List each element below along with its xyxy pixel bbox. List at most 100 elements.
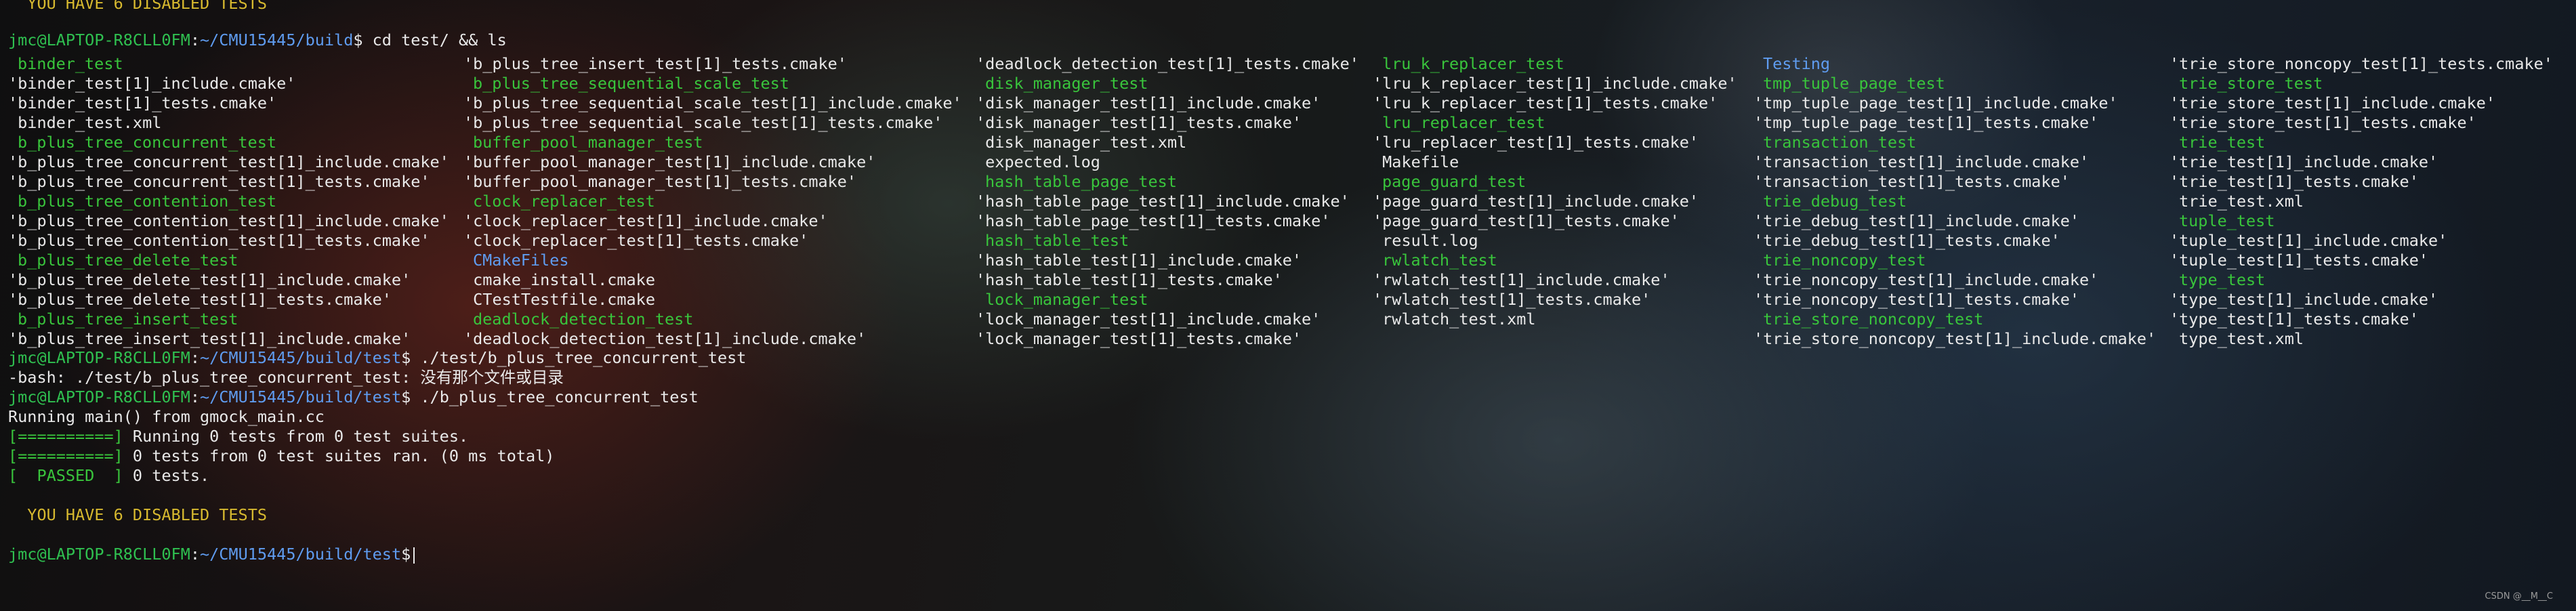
disabled-tests-warning-bottom: YOU HAVE 6 DISABLED TESTS	[8, 505, 268, 524]
ls-file-entry: 'type_test[1]_tests.cmake'	[2169, 310, 2419, 329]
ls-executable-entry: clock_replacer_test	[473, 192, 655, 211]
ls-file-entry: 'b_plus_tree_delete_test[1]_tests.cmake'	[8, 290, 392, 309]
ls-executable-entry: b_plus_tree_concurrent_test	[18, 133, 277, 152]
command-text: ./test/b_plus_tree_concurrent_test	[411, 348, 747, 367]
ls-file-entry: 'tuple_test[1]_tests.cmake'	[2169, 251, 2429, 270]
ls-file-entry: rwlatch_test.xml	[1373, 310, 1536, 329]
ls-file-entry: 'lock_manager_test[1]_include.cmake'	[976, 310, 1321, 329]
ls-executable-entry: b_plus_tree_insert_test	[18, 310, 238, 329]
gmock-main-line: Running main() from gmock_main.cc	[8, 407, 325, 426]
ls-file-entry: 'trie_noncopy_test[1]_tests.cmake'	[1753, 290, 2080, 309]
ls-executable-entry: deadlock_detection_test	[473, 310, 694, 329]
ls-file-entry: 'page_guard_test[1]_include.cmake'	[1373, 192, 1699, 211]
text-cursor[interactable]	[413, 547, 415, 564]
terminal-window[interactable]: YOU HAVE 6 DISABLED TESTS jmc@LAPTOP-R8C…	[0, 0, 2576, 611]
ls-file-entry: 'deadlock_detection_test[1]_tests.cmake'	[976, 54, 1359, 73]
ls-file-entry: 'b_plus_tree_concurrent_test[1]_include.…	[8, 152, 449, 171]
ls-file-entry: CTestTestfile.cmake	[463, 290, 655, 309]
ls-file-entry: 'hash_table_page_test[1]_include.cmake'	[976, 192, 1350, 211]
ls-executable-entry: lock_manager_test	[985, 290, 1148, 309]
ls-file-entry: 'b_plus_tree_delete_test[1]_include.cmak…	[8, 270, 411, 289]
ls-executable-entry: lru_replacer_test	[1382, 113, 1545, 132]
ls-file-entry: 'b_plus_tree_insert_test[1]_tests.cmake'	[463, 54, 847, 73]
ls-file-entry: 'disk_manager_test[1]_tests.cmake'	[976, 113, 1302, 132]
ls-directory-entry: Testing	[1763, 54, 1831, 73]
ls-file-entry: 'binder_test[1]_tests.cmake'	[8, 93, 277, 112]
ls-file-entry: 'deadlock_detection_test[1]_include.cmak…	[463, 329, 867, 348]
ls-file-entry: 'rwlatch_test[1]_tests.cmake'	[1373, 290, 1651, 309]
ls-file-entry: 'hash_table_test[1]_include.cmake'	[976, 251, 1302, 270]
ls-executable-entry: trie_store_noncopy_test	[1763, 310, 1984, 329]
ls-file-entry: 'tuple_test[1]_include.cmake'	[2169, 231, 2448, 250]
ls-directory-entry: CMakeFiles	[473, 251, 569, 270]
command-text: cd test/ && ls	[362, 30, 507, 49]
ls-executable-entry: type_test	[2179, 270, 2266, 289]
ls-file-entry: 'disk_manager_test[1]_include.cmake'	[976, 93, 1321, 112]
ls-file-entry: 'hash_table_test[1]_tests.cmake'	[976, 270, 1283, 289]
ls-executable-entry: lru_k_replacer_test	[1382, 54, 1564, 73]
ls-file-entry: cmake_install.cmake	[463, 270, 655, 289]
ls-file-entry: 'lru_k_replacer_test[1]_tests.cmake'	[1373, 93, 1718, 112]
ls-file-entry: 'clock_replacer_test[1]_include.cmake'	[463, 211, 828, 230]
ls-file-entry: binder_test.xml	[8, 113, 162, 132]
ls-file-entry: 'trie_test[1]_include.cmake'	[2169, 152, 2438, 171]
ls-file-entry: 'clock_replacer_test[1]_tests.cmake'	[463, 231, 809, 250]
ls-executable-entry: hash_table_page_test	[985, 172, 1177, 191]
gtest-running-line: [==========] Running 0 tests from 0 test…	[8, 427, 469, 446]
ls-file-entry: result.log	[1373, 231, 1478, 250]
csdn-watermark: CSDN @__M__C	[2485, 591, 2554, 602]
ls-file-entry: 'b_plus_tree_contention_test[1]_include.…	[8, 211, 449, 230]
ls-file-entry: 'trie_debug_test[1]_tests.cmake'	[1753, 231, 2060, 250]
ls-file-entry: 'trie_noncopy_test[1]_include.cmake'	[1753, 270, 2099, 289]
command-text: ./b_plus_tree_concurrent_test	[411, 387, 699, 406]
ls-file-entry: 'b_plus_tree_contention_test[1]_tests.cm…	[8, 231, 430, 250]
prompt-path: ~/CMU15445/build	[199, 30, 354, 49]
ls-file-entry: Makefile	[1373, 152, 1459, 171]
ls-executable-entry: b_plus_tree_delete_test	[18, 251, 238, 270]
ls-file-entry: 'hash_table_page_test[1]_tests.cmake'	[976, 211, 1331, 230]
ls-file-entry: 'trie_store_test[1]_tests.cmake'	[2169, 113, 2476, 132]
ls-file-entry: 'trie_store_noncopy_test[1]_tests.cmake'	[2169, 54, 2553, 73]
ls-executable-entry: tuple_test	[2179, 211, 2275, 230]
ls-executable-entry: buffer_pool_manager_test	[473, 133, 703, 152]
ls-file-entry: 'transaction_test[1]_tests.cmake'	[1753, 172, 2070, 191]
bash-error-line: -bash: ./test/b_plus_tree_concurrent_tes…	[8, 368, 564, 387]
ls-file-entry: trie_test.xml	[2169, 192, 2304, 211]
ls-executable-entry: tmp_tuple_page_test	[1763, 74, 1945, 93]
ls-file-entry: 'buffer_pool_manager_test[1]_tests.cmake…	[463, 172, 857, 191]
ls-file-entry: 'trie_store_test[1]_include.cmake'	[2169, 93, 2496, 112]
ls-file-entry: 'trie_store_noncopy_test[1]_include.cmak…	[1753, 329, 2157, 348]
prompt-line-2: jmc@LAPTOP-R8CLL0FM:~/CMU15445/build/tes…	[8, 348, 747, 367]
ls-executable-entry: trie_debug_test	[1763, 192, 1907, 211]
ls-file-entry: 'rwlatch_test[1]_include.cmake'	[1373, 270, 1670, 289]
ls-file-entry: 'binder_test[1]_include.cmake'	[8, 74, 296, 93]
prompt-line-3: jmc@LAPTOP-R8CLL0FM:~/CMU15445/build/tes…	[8, 387, 699, 406]
ls-file-entry: expected.log	[976, 152, 1100, 171]
prompt-line-1: jmc@LAPTOP-R8CLL0FM:~/CMU15445/build$ cd…	[8, 30, 507, 49]
ls-executable-entry: trie_noncopy_test	[1763, 251, 1926, 270]
ls-file-entry: 'b_plus_tree_concurrent_test[1]_tests.cm…	[8, 172, 430, 191]
ls-executable-entry: binder_test	[18, 54, 123, 73]
ls-file-entry: type_test.xml	[2169, 329, 2304, 348]
prompt-line-4[interactable]: jmc@LAPTOP-R8CLL0FM:~/CMU15445/build/tes…	[8, 545, 415, 564]
ls-executable-entry: b_plus_tree_contention_test	[18, 192, 277, 211]
ls-file-entry: 'lru_k_replacer_test[1]_include.cmake'	[1373, 74, 1737, 93]
ls-executable-entry: trie_test	[2179, 133, 2266, 152]
ls-file-entry: 'transaction_test[1]_include.cmake'	[1753, 152, 2090, 171]
ls-file-entry: 'buffer_pool_manager_test[1]_include.cma…	[463, 152, 876, 171]
ls-file-entry: 'b_plus_tree_sequential_scale_test[1]_in…	[463, 93, 962, 112]
ls-file-entry: 'tmp_tuple_page_test[1]_tests.cmake'	[1753, 113, 2099, 132]
ls-executable-entry: transaction_test	[1763, 133, 1917, 152]
ls-executable-entry: trie_store_test	[2179, 74, 2323, 93]
ls-file-entry: 'type_test[1]_include.cmake'	[2169, 290, 2438, 309]
ls-file-entry: 'b_plus_tree_sequential_scale_test[1]_te…	[463, 113, 943, 132]
ls-executable-entry: hash_table_test	[985, 231, 1129, 250]
ls-file-entry: 'page_guard_test[1]_tests.cmake'	[1373, 211, 1680, 230]
ls-file-entry: 'lru_replacer_test[1]_tests.cmake'	[1373, 133, 1699, 152]
gtest-passed-line: [ PASSED ] 0 tests.	[8, 466, 210, 485]
ls-executable-entry: disk_manager_test	[985, 74, 1148, 93]
ls-executable-entry: page_guard_test	[1382, 172, 1526, 191]
ls-file-entry: disk_manager_test.xml	[976, 133, 1187, 152]
ls-file-entry: 'b_plus_tree_insert_test[1]_include.cmak…	[8, 329, 411, 348]
ls-executable-entry: b_plus_tree_sequential_scale_test	[473, 74, 789, 93]
